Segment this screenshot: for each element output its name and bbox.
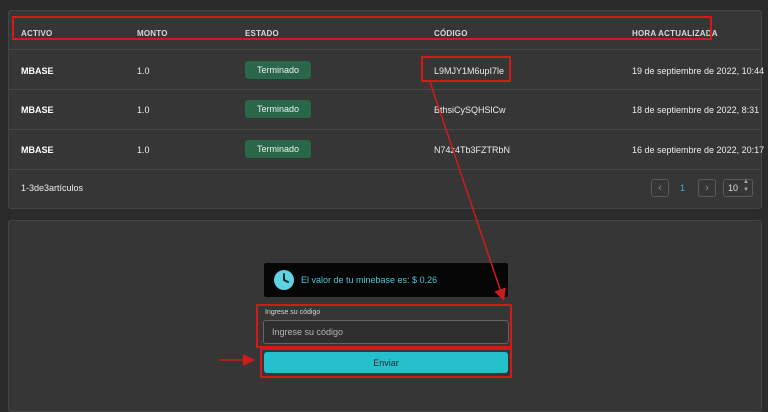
divider: [9, 49, 761, 50]
cell-amount: 1.0: [137, 105, 150, 115]
status-badge: Terminado: [245, 61, 311, 79]
cell-code: N74z4Tb3FZTRbN: [434, 145, 511, 155]
header-activo: ACTIVO: [21, 29, 53, 38]
items-summary: 1-3de3artículos: [21, 183, 84, 193]
chevron-left-icon: ‹: [658, 182, 662, 194]
transactions-table: ACTIVO MONTO ESTADO CÓDIGO HORA ACTUALIZ…: [8, 10, 765, 209]
stepper-icon: ▲ ▼: [743, 179, 749, 193]
cell-time: 18 de septiembre de 2022, 8:31: [632, 105, 760, 115]
minebase-value-text: El valor de tu minebase es: $ 0.26: [301, 275, 438, 285]
redeem-panel: El valor de tu minebase es: $ 0.26 Ingre…: [8, 220, 762, 412]
prev-page-button[interactable]: ‹: [651, 179, 669, 197]
divider: [9, 169, 761, 170]
cell-code: BthsiCySQHSlCw: [434, 105, 506, 115]
submit-button[interactable]: Enviar: [264, 352, 508, 373]
cell-amount: 1.0: [137, 66, 150, 76]
cell-amount: 1.0: [137, 145, 150, 155]
clock-icon: [274, 270, 294, 290]
divider: [9, 129, 761, 130]
cell-asset: MBASE: [21, 145, 54, 155]
chevron-right-icon: ›: [705, 182, 709, 194]
next-page-button[interactable]: ›: [698, 179, 716, 197]
minebase-value-banner: El valor de tu minebase es: $ 0.26: [264, 263, 508, 297]
cell-code: L9MJY1M6upI7le: [434, 66, 505, 76]
code-field-label: Ingrese su código: [265, 309, 321, 316]
cell-asset: MBASE: [21, 105, 54, 115]
page-size-value: 10: [728, 183, 739, 193]
status-badge: Terminado: [245, 100, 311, 118]
code-input[interactable]: [263, 320, 509, 344]
cell-time: 19 de septiembre de 2022, 10:44: [632, 66, 765, 76]
header-hora: HORA ACTUALIZADA: [632, 29, 718, 38]
cell-time: 16 de septiembre de 2022, 20:17: [632, 145, 765, 155]
header-estado: ESTADO: [245, 29, 279, 38]
header-codigo: CÓDIGO: [434, 29, 468, 38]
header-monto: MONTO: [137, 29, 168, 38]
page-size-select[interactable]: 10 ▲ ▼: [723, 179, 753, 197]
current-page[interactable]: 1: [680, 183, 685, 193]
cell-asset: MBASE: [21, 66, 54, 76]
status-badge: Terminado: [245, 140, 311, 158]
divider: [9, 89, 761, 90]
